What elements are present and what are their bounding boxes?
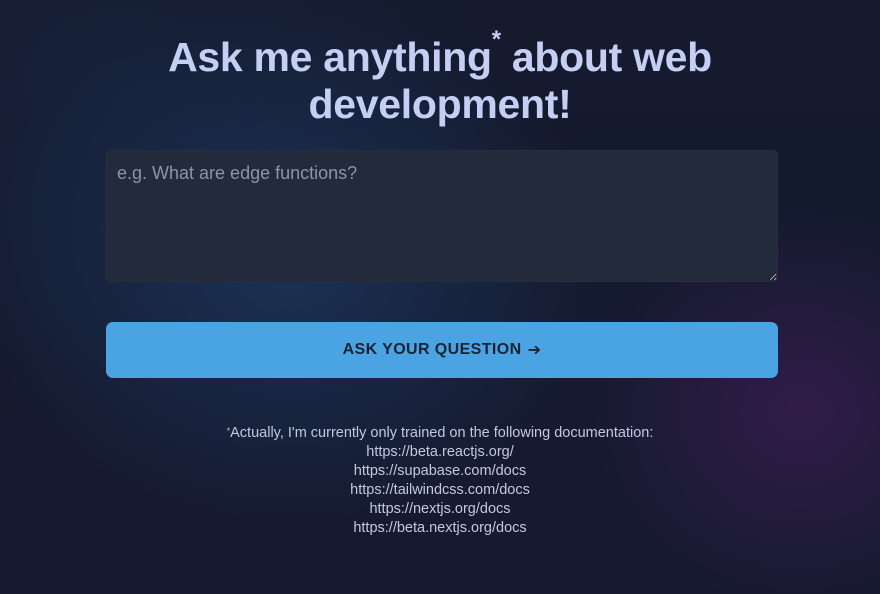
doc-link-nextjs[interactable]: https://nextjs.org/docs: [0, 500, 880, 519]
doc-link-beta-nextjs[interactable]: https://beta.nextjs.org/docs: [0, 519, 880, 538]
arrow-right-icon: ➔: [527, 342, 542, 359]
question-input[interactable]: [106, 150, 778, 282]
title-line1-end: about web: [500, 34, 712, 80]
main-container: Ask me anything* about web development! …: [0, 0, 880, 594]
documentation-footnote: *Actually, I'm currently only trained on…: [0, 424, 880, 538]
title-line1-start: Ask me anything: [168, 34, 492, 80]
page-title: Ask me anything* about web development!: [0, 28, 880, 128]
footnote-intro: *Actually, I'm currently only trained on…: [0, 424, 880, 443]
doc-link-supabase[interactable]: https://supabase.com/docs: [0, 462, 880, 481]
ask-question-button-label: ASK YOUR QUESTION: [342, 341, 522, 358]
question-input-wrapper: [106, 150, 778, 282]
doc-link-react[interactable]: https://beta.reactjs.org/: [0, 443, 880, 462]
title-line2: development!: [308, 81, 572, 127]
footnote-asterisk: *: [226, 426, 231, 436]
doc-link-tailwind[interactable]: https://tailwindcss.com/docs: [0, 481, 880, 500]
ask-question-button[interactable]: ASK YOUR QUESTION ➔: [106, 322, 778, 378]
title-asterisk: *: [491, 26, 501, 53]
footnote-text: Actually, I'm currently only trained on …: [230, 425, 654, 441]
